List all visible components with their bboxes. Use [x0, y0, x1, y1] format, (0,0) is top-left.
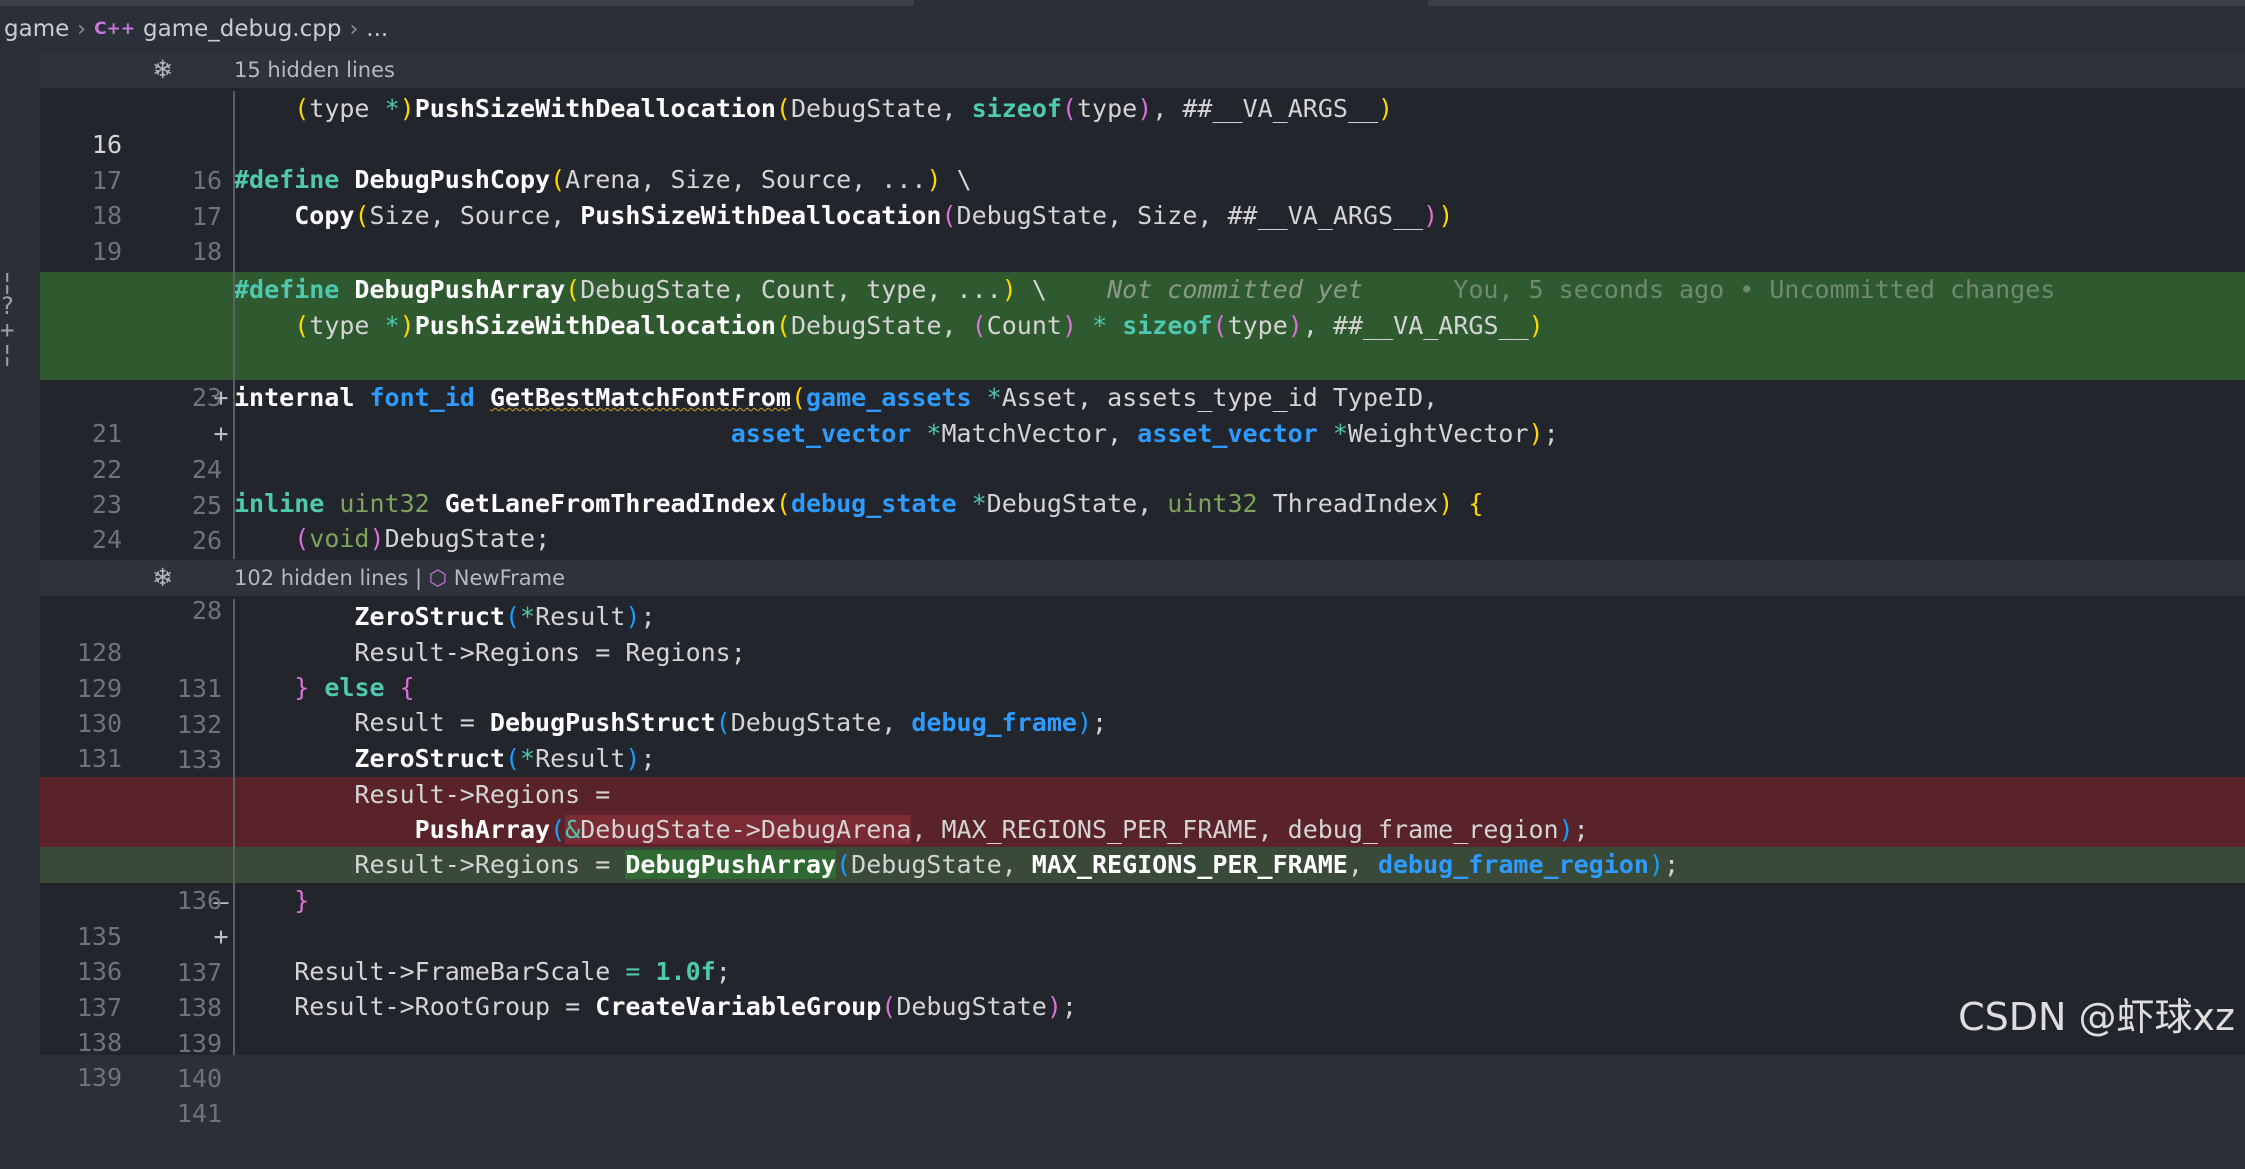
code-line[interactable]: 137 139 Result->FrameBarScale = 1.0f; [40, 954, 2245, 1058]
code-text: Result->Regions = DebugPushArray(DebugSt… [354, 850, 1680, 879]
blame-detail[interactable]: You, 5 seconds ago • Uncommitted changes [1453, 275, 2055, 304]
cube-icon: ⬡ [428, 566, 448, 590]
code-line[interactable]: 24 27 inline uint32 GetLaneFromThreadInd… [40, 486, 2245, 590]
unfold-icon[interactable]: ❄ [152, 560, 173, 596]
code-text: ZeroStruct(*Result); [354, 744, 656, 773]
code-line-added[interactable]: 23 + [40, 344, 2245, 448]
line-number-modified: 140 [176, 1064, 222, 1093]
breadcrumb: game › C++ game_debug.cpp › ... [0, 6, 2245, 52]
code-line[interactable]: 18 18 #define DebugPushCopy(Arena, Size,… [40, 162, 2245, 266]
line-number-modified: 141 [176, 1099, 222, 1128]
code-line[interactable]: 21 24 internal font_id GetBestMatchFontF… [40, 380, 2245, 484]
code-text: (type *)PushSizeWithDeallocation(DebugSt… [294, 311, 1544, 340]
breadcrumb-folder[interactable]: game [4, 16, 69, 42]
code-text: (type *)PushSizeWithDeallocation(DebugSt… [294, 94, 1394, 123]
gutter-change-marks: ¦? + ¦ [0, 268, 15, 368]
hidden-lines-label: 102 hidden lines | ⬡ NewFrame [234, 566, 566, 590]
watermark: CSDN @虾球xz [1958, 995, 2235, 1039]
code-line[interactable]: 20 20 [40, 233, 2245, 337]
code-text: Result->Regions = [354, 780, 611, 809]
line-number-original: 139 [76, 1063, 122, 1092]
code-text: internal font_id GetBestMatchFontFrom(ga… [234, 383, 1439, 412]
code-line[interactable]: 25 28 (void)DebugState; [40, 521, 2245, 625]
code-line-removed[interactable]: 134 — PushArray(&DebugState->DebugArena,… [40, 812, 2245, 916]
code-line[interactable]: 19 19 Copy(Size, Source, PushSizeWithDea… [40, 198, 2245, 302]
code-line[interactable]: 16 16 (type *)PushSizeWithDeallocation(D… [40, 91, 2245, 195]
code-line[interactable]: 138 140 Result->RootGroup = CreateVariab… [40, 989, 2245, 1093]
code-text: ZeroStruct(*Result); [354, 602, 656, 631]
blame-status: Not committed yet [1107, 275, 1363, 304]
chevron-right-icon: › [349, 16, 359, 42]
code-line[interactable]: 129 132 Result->Regions = Regions; [40, 635, 2245, 739]
fold-region-mid[interactable]: ❄ 102 hidden lines | ⬡ NewFrame [40, 560, 2245, 596]
gutter-divider [233, 599, 235, 1055]
code-text: Result = DebugPushStruct(DebugState, deb… [354, 708, 1108, 737]
code-text: } else { [294, 673, 415, 702]
code-line[interactable]: 23 26 [40, 451, 2245, 555]
code-line-added[interactable]: 22 + (type *)PushSizeWithDeallocation(De… [40, 308, 2245, 412]
unfold-icon[interactable]: ❄ [152, 52, 173, 88]
code-line[interactable]: 130 133 } else { [40, 670, 2245, 774]
code-text: } [294, 886, 310, 915]
code-text: #define DebugPushArray(DebugState, Count… [234, 275, 2056, 304]
fold-region-top[interactable]: ❄ 15 hidden lines [40, 52, 2245, 88]
code-line[interactable]: 22 25 asset_vector *MatchVector, asset_v… [40, 416, 2245, 520]
code-line[interactable]: 128 131 ZeroStruct(*Result); [40, 599, 2245, 703]
code-text: Result->Regions = Regions; [354, 638, 746, 667]
code-text: #define DebugPushCopy(Arena, Size, Sourc… [234, 165, 972, 194]
code-line-added[interactable]: 136 + Result->Regions = DebugPushArray(D… [40, 847, 2245, 951]
chevron-right-icon: › [77, 16, 87, 42]
breadcrumb-symbol[interactable]: ... [366, 16, 388, 42]
code-line-added[interactable]: 21 + #define DebugPushArray(DebugState, … [40, 272, 2245, 376]
code-text: PushArray(&DebugState->DebugArena, MAX_R… [414, 815, 1589, 844]
code-line-removed[interactable]: 133 — Result->Regions = [40, 777, 2245, 881]
activity-gutter [0, 52, 40, 1055]
code-line[interactable]: 17 17 [40, 127, 2245, 231]
hidden-lines-label: 15 hidden lines [234, 58, 395, 82]
diff-editor[interactable]: ❄ 15 hidden lines 16 16 (type *)PushSize… [40, 52, 2245, 1128]
cpp-file-icon: C++ [94, 19, 136, 39]
code-text: asset_vector *MatchVector, asset_vector … [730, 419, 1559, 448]
code-line[interactable]: 135 137 } [40, 883, 2245, 987]
code-text: Result->RootGroup = CreateVariableGroup(… [294, 992, 1077, 1021]
code-text: Result->FrameBarScale = 1.0f; [294, 957, 731, 986]
code-line[interactable]: 136 138 [40, 918, 2245, 1022]
code-text: Copy(Size, Source, PushSizeWithDeallocat… [294, 201, 1454, 230]
gutter-divider [233, 91, 235, 559]
code-text: inline uint32 GetLaneFromThreadIndex(deb… [234, 489, 1484, 518]
code-text: (void)DebugState; [294, 524, 551, 553]
breadcrumb-file[interactable]: game_debug.cpp [143, 16, 341, 42]
code-line[interactable]: 132 135 ZeroStruct(*Result); [40, 741, 2245, 845]
code-line[interactable]: 131 134 Result = DebugPushStruct(DebugSt… [40, 705, 2245, 809]
